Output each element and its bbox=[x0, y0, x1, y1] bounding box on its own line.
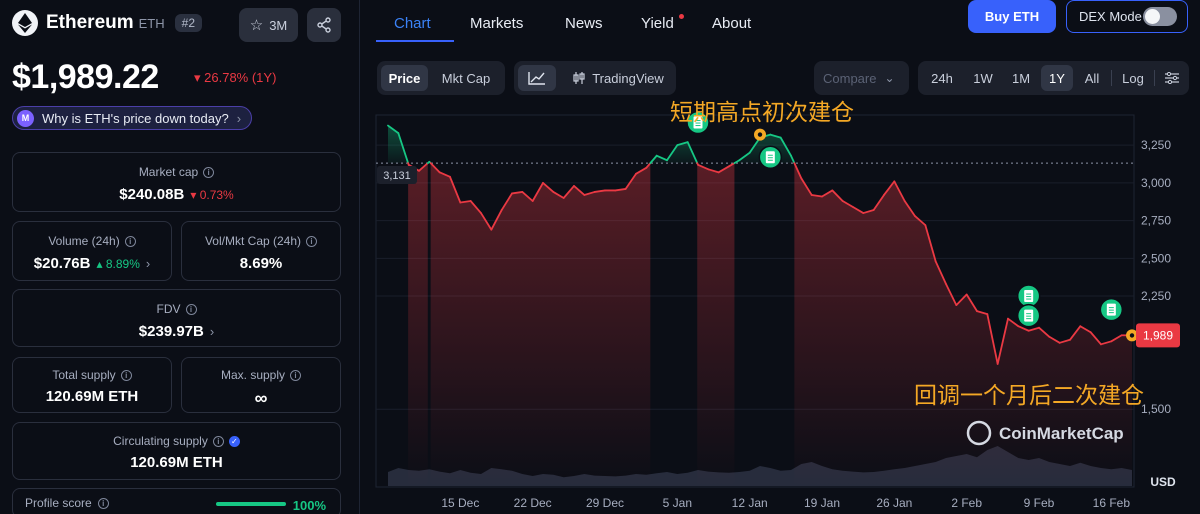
price-area-above-baseline bbox=[388, 125, 795, 164]
x-tick-label: 19 Jan bbox=[804, 496, 840, 510]
x-tick-label: 2 Feb bbox=[951, 496, 982, 510]
annotation-first-entry: 短期高点初次建仓 bbox=[670, 100, 854, 126]
x-tick-label: 29 Dec bbox=[586, 496, 624, 510]
news-marker-icon bbox=[1016, 303, 1041, 328]
pin-center bbox=[757, 132, 763, 137]
y-tick-label: 2,750 bbox=[1141, 214, 1171, 228]
x-tick-label: 26 Jan bbox=[876, 496, 912, 510]
annotation-second-entry: 回调一个月后二次建仓 bbox=[914, 383, 1144, 409]
news-marker-icon bbox=[1016, 284, 1041, 308]
price-chart[interactable]: 3,250 3,000 2,750 2,500 2,250 1,500 15 Dec 22 … bbox=[0, 0, 1200, 514]
news-marker-icon bbox=[758, 145, 783, 169]
x-tick-label: 9 Feb bbox=[1024, 496, 1055, 510]
news-marker-icon bbox=[1099, 297, 1124, 322]
y-tick-label: 3,000 bbox=[1141, 176, 1171, 190]
y-tick-label: 3,250 bbox=[1141, 138, 1171, 152]
watermark-text: CoinMarketCap bbox=[999, 424, 1124, 443]
price-pin-icon bbox=[754, 128, 766, 141]
y-unit-label: USD bbox=[1150, 475, 1176, 489]
pin-center bbox=[1129, 333, 1135, 338]
x-tick-label: 5 Jan bbox=[663, 496, 692, 510]
x-tick-label: 15 Dec bbox=[441, 496, 479, 510]
last-price-label: 1,989 bbox=[1143, 328, 1173, 342]
baseline-label: 3,131 bbox=[383, 170, 411, 182]
x-tick-label: 22 Dec bbox=[514, 496, 552, 510]
y-tick-label: 2,250 bbox=[1141, 289, 1171, 303]
x-tick-label: 12 Jan bbox=[732, 496, 768, 510]
y-tick-label: 1,500 bbox=[1141, 402, 1171, 416]
y-tick-label: 2,500 bbox=[1141, 251, 1171, 265]
x-tick-label: 16 Feb bbox=[1093, 496, 1131, 510]
